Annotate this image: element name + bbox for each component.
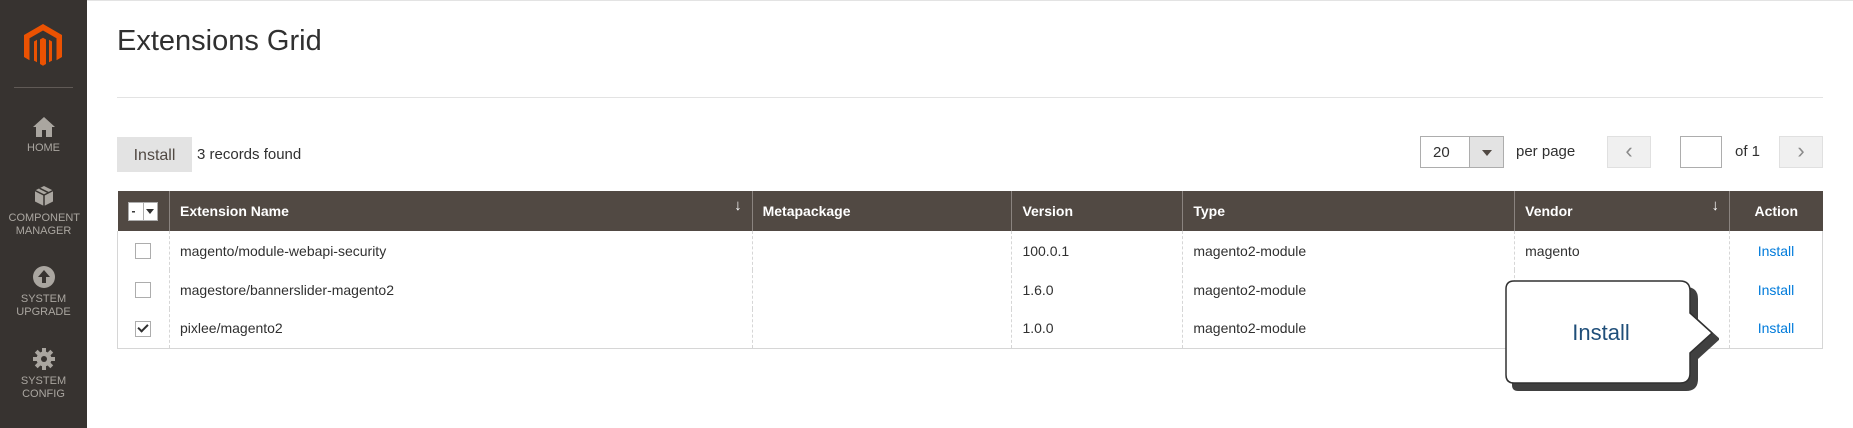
action-cell: Install — [1728, 231, 1824, 270]
column-header-version[interactable]: Version — [1011, 191, 1183, 231]
extension-name-cell: pixlee/magento2 — [168, 309, 753, 349]
column-header-action: Action — [1728, 191, 1823, 231]
total-pages: of 1 — [1735, 143, 1761, 160]
per-page-select[interactable]: 20 — [1420, 136, 1504, 168]
sidebar-item-system-config[interactable]: SYSTEM CONFIG — [0, 347, 87, 401]
extension-name-cell: magento/module-webapi-security — [168, 231, 753, 270]
type-cell: magento2-module — [1182, 309, 1515, 349]
page-title: Extensions Grid — [117, 25, 322, 57]
sidebar-item-home[interactable]: HOME — [0, 116, 87, 155]
table-row: magento/module-webapi-security 100.0.1 m… — [117, 231, 1824, 270]
sidebar-item-label: SYSTEM CONFIG — [20, 375, 67, 400]
top-border — [87, 0, 1853, 1]
install-link[interactable]: Install — [1758, 282, 1795, 298]
component-icon — [34, 186, 53, 206]
next-page-button[interactable]: › — [1779, 136, 1823, 168]
column-header-vendor[interactable]: Vendor ↓ — [1514, 191, 1730, 231]
chevron-right-icon: › — [1797, 138, 1805, 163]
chevron-down-icon[interactable] — [1469, 137, 1503, 167]
metapackage-cell — [751, 231, 1012, 270]
version-cell: 1.6.0 — [1011, 270, 1183, 309]
mass-select-header: - — [117, 191, 170, 231]
sort-arrow-icon: ↓ — [734, 197, 742, 214]
sort-arrow-icon: ↓ — [1711, 197, 1719, 214]
sidebar-item-system-upgrade[interactable]: SYSTEM UPGRADE — [0, 265, 87, 319]
chevron-left-icon: ‹ — [1625, 138, 1633, 163]
upgrade-icon — [32, 266, 55, 288]
row-select-cell — [117, 231, 170, 270]
mass-select-dropdown[interactable]: - — [127, 201, 158, 221]
vendor-cell: magento — [1514, 231, 1730, 270]
per-page-value: 20 — [1433, 144, 1450, 161]
per-page-label: per page — [1516, 143, 1576, 160]
gear-icon — [32, 348, 55, 370]
type-cell: magento2-module — [1182, 270, 1515, 309]
row-checkbox[interactable] — [135, 243, 152, 260]
install-link[interactable]: Install — [1758, 320, 1795, 336]
sidebar-item-component-manager[interactable]: COMPONENT MANAGER — [0, 184, 87, 238]
chevron-down-icon — [142, 202, 157, 220]
sidebar-item-label: COMPONENT MANAGER — [8, 212, 81, 237]
metapackage-cell — [751, 270, 1012, 309]
metapackage-cell — [751, 309, 1012, 349]
sidebar-item-label: HOME — [27, 142, 60, 154]
callout-text: Install — [1572, 320, 1630, 345]
version-cell: 1.0.0 — [1011, 309, 1183, 349]
column-header-type[interactable]: Type — [1182, 191, 1515, 231]
extension-name-cell: magestore/bannerslider-magento2 — [168, 270, 753, 309]
type-cell: magento2-module — [1182, 231, 1515, 270]
previous-page-button[interactable]: ‹ — [1607, 136, 1651, 168]
column-header-metapackage[interactable]: Metapackage — [751, 191, 1012, 231]
column-header-extension-name[interactable]: Extension Name ↓ — [168, 191, 753, 231]
magento-logo[interactable] — [21, 22, 65, 70]
records-count: 3 records found — [197, 146, 302, 163]
home-icon — [32, 117, 55, 137]
row-select-cell — [117, 309, 170, 349]
install-link[interactable]: Install — [1758, 243, 1795, 259]
install-button[interactable]: Install — [117, 137, 192, 172]
page-number-input[interactable] — [1680, 136, 1722, 168]
row-checkbox[interactable] — [135, 320, 152, 337]
title-divider — [117, 97, 1823, 98]
row-select-cell — [117, 270, 170, 309]
grid-header-row: - Extension Name ↓ Metapackage Version T… — [117, 191, 1823, 231]
sidebar-item-label: SYSTEM UPGRADE — [16, 293, 71, 318]
version-cell: 100.0.1 — [1011, 231, 1183, 270]
action-cell: Install — [1728, 270, 1824, 309]
row-checkbox[interactable] — [135, 282, 152, 299]
sidebar: HOME COMPONENT MANAGER SYSTEM UPGRADE SY… — [0, 0, 87, 428]
sidebar-divider — [14, 87, 73, 88]
action-cell: Install — [1728, 309, 1824, 349]
